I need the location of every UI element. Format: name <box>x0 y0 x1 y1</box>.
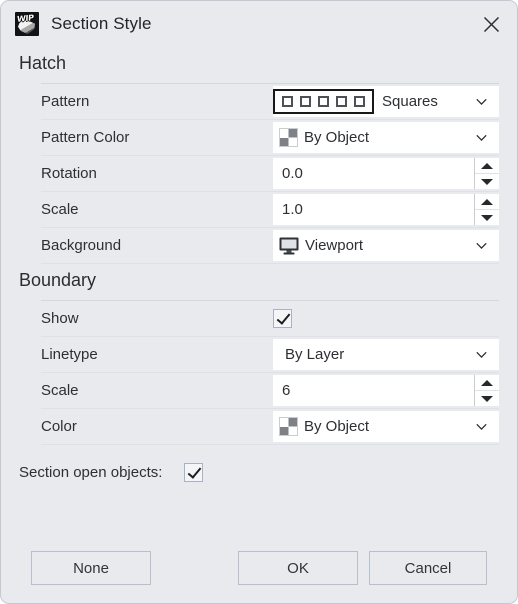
spinbox-rotation[interactable]: 0.0 <box>273 158 499 189</box>
spinbox-hatch-scale[interactable]: 1.0 <box>273 194 499 225</box>
spinbox-boundary-scale[interactable]: 6 <box>273 375 499 406</box>
triangle-up-icon <box>481 198 493 205</box>
combo-pattern-value: Squares <box>382 93 438 110</box>
label-background: Background <box>41 237 122 254</box>
close-button[interactable] <box>473 7 509 41</box>
close-icon <box>483 16 499 32</box>
row-background: Background Viewport <box>41 228 499 264</box>
hatch-scale-stepper <box>474 194 499 225</box>
combo-boundary-color-value: By Object <box>304 418 370 435</box>
dialog-footer: None OK Cancel <box>1 551 517 585</box>
row-boundary-scale: Scale 6 <box>41 373 499 409</box>
combo-background[interactable]: Viewport <box>273 230 499 261</box>
boundary-scale-value: 6 <box>282 382 291 399</box>
field-pattern: Squares <box>273 86 499 117</box>
show-checkbox[interactable] <box>273 309 292 328</box>
hatch-scale-value: 1.0 <box>282 201 303 218</box>
rotation-increment-button[interactable] <box>475 158 499 174</box>
color-checker-swatch <box>279 417 298 436</box>
chevron-down-icon <box>476 351 487 358</box>
section-open-objects-checkbox[interactable] <box>184 463 204 482</box>
boundary-rows: Show Linetype By Layer Scale 6 Color By … <box>1 301 517 445</box>
label-hatch-scale: Scale <box>41 201 79 218</box>
field-linetype: By Layer <box>273 339 499 370</box>
color-checker-swatch <box>279 128 298 147</box>
field-rotation: 0.0 <box>273 158 499 189</box>
boundary-scale-increment-button[interactable] <box>475 375 499 391</box>
rotation-decrement-button[interactable] <box>475 174 499 189</box>
chevron-down-icon <box>476 423 487 430</box>
section-open-objects-row: Section open objects: <box>1 445 517 482</box>
combo-background-value: Viewport <box>305 237 364 254</box>
none-button[interactable]: None <box>31 551 151 585</box>
row-hatch-scale: Scale 1.0 <box>41 192 499 228</box>
section-title-hatch: Hatch <box>19 53 67 73</box>
triangle-up-icon <box>481 162 493 169</box>
rotation-value: 0.0 <box>282 165 303 182</box>
wip-glove-icon: WIP <box>15 12 39 36</box>
field-boundary-color: By Object <box>273 411 499 442</box>
wip-badge-text: WIP <box>16 13 34 24</box>
chevron-down-icon <box>476 242 487 249</box>
label-pattern-color: Pattern Color <box>41 129 130 146</box>
row-rotation: Rotation 0.0 <box>41 156 499 192</box>
combo-pattern[interactable]: Squares <box>273 86 499 117</box>
combo-linetype-value: By Layer <box>285 346 345 363</box>
label-boundary-scale: Scale <box>41 382 79 399</box>
combo-pattern-color[interactable]: By Object <box>273 122 499 153</box>
combo-boundary-color[interactable]: By Object <box>273 411 499 442</box>
combo-pattern-color-value: By Object <box>304 129 370 146</box>
boundary-scale-decrement-button[interactable] <box>475 391 499 406</box>
section-style-dialog: WIP Section Style Hatch Pattern Squares <box>0 0 518 604</box>
triangle-down-icon <box>481 178 493 185</box>
label-boundary-color: Color <box>41 418 77 435</box>
chevron-down-icon <box>476 134 487 141</box>
triangle-down-icon <box>481 214 493 221</box>
label-linetype: Linetype <box>41 346 98 363</box>
ok-button[interactable]: OK <box>238 551 358 585</box>
label-pattern: Pattern <box>41 93 90 110</box>
row-linetype: Linetype By Layer <box>41 337 499 373</box>
pattern-squares-swatch <box>273 89 374 114</box>
combo-linetype[interactable]: By Layer <box>273 339 499 370</box>
hatch-scale-increment-button[interactable] <box>475 194 499 210</box>
rotation-stepper <box>474 158 499 189</box>
title-bar: WIP Section Style <box>1 1 517 47</box>
row-show: Show <box>41 301 499 337</box>
field-pattern-color: By Object <box>273 122 499 153</box>
section-open-objects-label: Section open objects: <box>19 464 163 481</box>
chevron-down-icon <box>476 98 487 105</box>
triangle-down-icon <box>481 395 493 402</box>
field-boundary-scale: 6 <box>273 375 499 406</box>
window-title: Section Style <box>51 14 152 33</box>
hatch-rows: Pattern Squares Pattern Color By Object … <box>1 84 517 264</box>
field-background: Viewport <box>273 230 499 261</box>
triangle-up-icon <box>481 379 493 386</box>
cancel-button[interactable]: Cancel <box>369 551 487 585</box>
row-pattern-color: Pattern Color By Object <box>41 120 499 156</box>
label-show: Show <box>41 310 79 327</box>
monitor-icon <box>279 237 299 255</box>
label-rotation: Rotation <box>41 165 97 182</box>
boundary-scale-stepper <box>474 375 499 406</box>
section-title-boundary: Boundary <box>19 270 97 290</box>
row-boundary-color: Color By Object <box>41 409 499 445</box>
hatch-scale-decrement-button[interactable] <box>475 210 499 225</box>
field-show <box>273 303 499 334</box>
row-pattern: Pattern Squares <box>41 84 499 120</box>
field-hatch-scale: 1.0 <box>273 194 499 225</box>
